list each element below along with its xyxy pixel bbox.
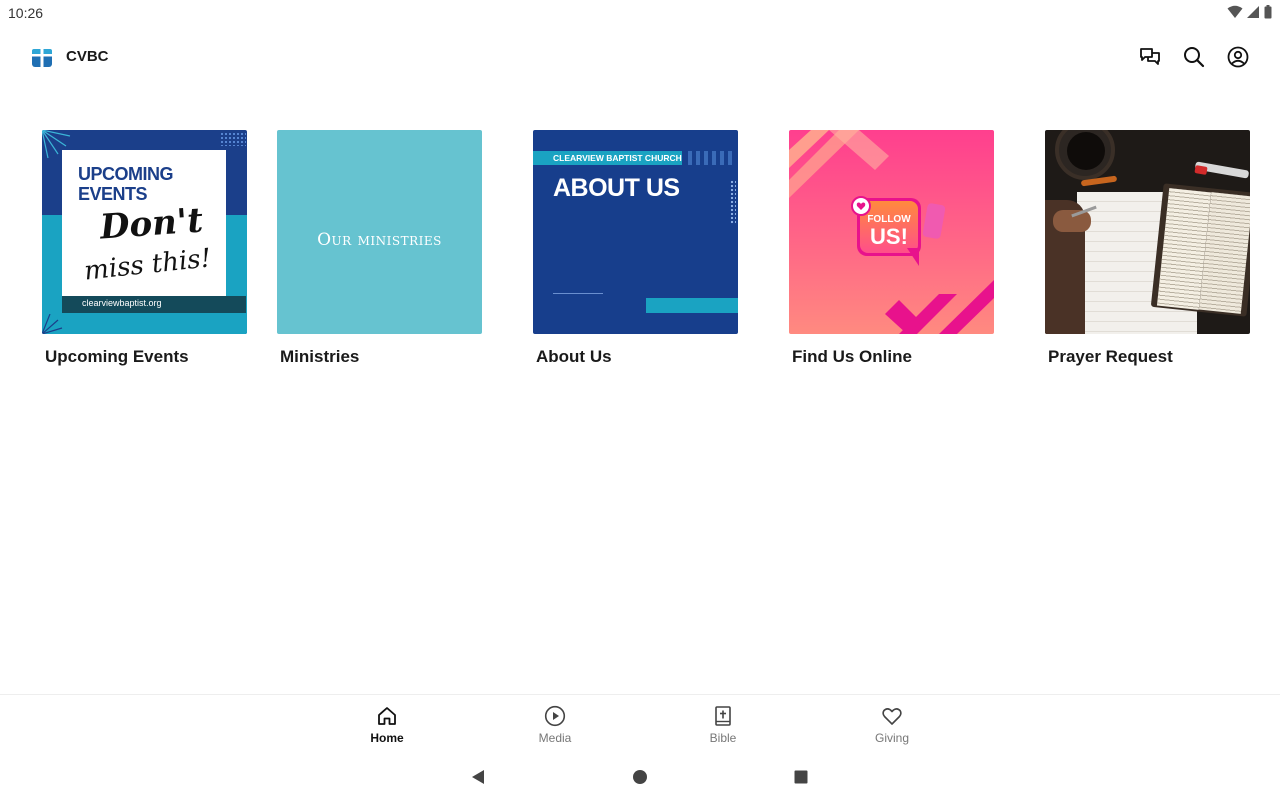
tile-label: Ministries [280,347,360,366]
chat-button[interactable] [1138,45,1162,69]
heart-badge [851,196,871,216]
dont-script-text: Don't [98,200,205,248]
about-banner-text: CLEARVIEW BAPTIST CHURCH [553,153,682,163]
sunburst-decoration-bottom [42,314,63,334]
bible-icon [715,706,731,726]
tile-prayer-request[interactable]: Prayer Request [1045,130,1250,367]
tile-ministries[interactable]: Our ministries Ministries [277,130,482,367]
battery-icon [1264,5,1272,19]
church-logo-icon[interactable] [30,45,54,69]
chat-icon [1140,48,1160,65]
home-tiles: UPCOMING EVENTS Don't miss this! clearvi… [42,130,1252,370]
ministries-heading: Our ministries [317,230,442,250]
back-icon [472,770,484,784]
system-recents-button[interactable] [791,767,811,787]
cell-signal-icon [1247,6,1259,18]
heart-icon [882,708,902,725]
nav-label-home: Home [370,731,404,745]
tile-label: Find Us Online [792,347,912,366]
nav-item-media[interactable]: Media [505,705,605,745]
about-us-image[interactable]: CLEARVIEW BAPTIST CHURCH ABOUT US [533,130,738,334]
system-back-button[interactable] [468,767,488,787]
system-nav-bar [0,755,1280,800]
tile-find-us-online[interactable]: FOLLOW US! Find Us Online [789,130,994,367]
tile-label: Upcoming Events [45,347,189,366]
nav-label-media: Media [538,731,572,745]
nav-label-giving: Giving [874,731,909,745]
status-time: 10:26 [8,5,44,21]
ministries-image[interactable]: Our ministries [277,130,482,334]
nav-item-home[interactable]: Home [337,705,437,745]
about-heading: ABOUT US [553,174,680,202]
account-icon [1227,46,1249,68]
search-button[interactable] [1182,45,1206,69]
tile-label: Prayer Request [1048,347,1173,366]
upcoming-events-heading: UPCOMING EVENTS [78,164,174,204]
recents-icon [794,770,808,784]
heart-badge-icon [856,202,866,210]
tile-about-us[interactable]: CLEARVIEW BAPTIST CHURCH ABOUT US About … [533,130,738,367]
tile-label: About Us [536,347,612,366]
nav-item-bible[interactable]: Bible [673,705,773,745]
status-bar: 10:26 [0,0,1280,26]
nav-item-giving[interactable]: Giving [842,705,942,745]
wifi-icon [1227,5,1243,18]
home-icon [378,707,396,725]
nav-label-bible: Bible [709,731,737,745]
account-button[interactable] [1226,45,1250,69]
search-icon [1184,47,1205,68]
home-circle-icon [633,770,647,784]
prayer-request-image[interactable] [1045,130,1250,334]
tile-upcoming-events[interactable]: UPCOMING EVENTS Don't miss this! clearvi… [42,130,247,367]
find-us-online-image[interactable]: FOLLOW US! [789,130,994,334]
system-home-button[interactable] [630,767,650,787]
app-bar: CVBC [0,36,1280,78]
bottom-nav: Home Media Bible Giving [0,695,1280,753]
play-circle-icon [544,705,566,727]
status-icons [1227,5,1272,19]
us-text: US! [870,224,908,249]
website-text: clearviewbaptist.org [82,298,162,308]
upcoming-events-image[interactable]: UPCOMING EVENTS Don't miss this! clearvi… [42,130,247,334]
app-title: CVBC [66,48,109,65]
